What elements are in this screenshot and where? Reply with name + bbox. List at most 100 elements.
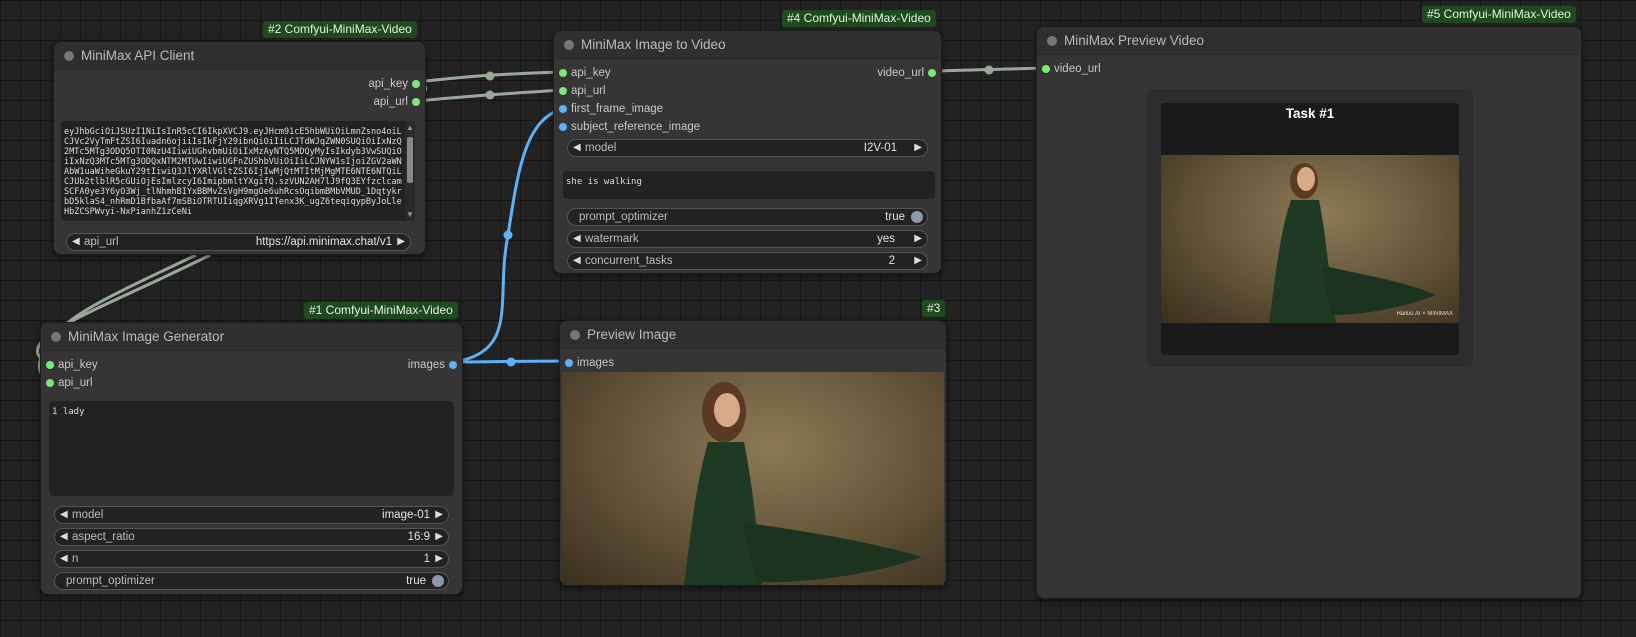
video-player[interactable]: Hailuo AI × MINIMAX xyxy=(1161,155,1459,323)
widget-value: true xyxy=(885,211,905,223)
node-titlebar[interactable]: MiniMax API Client xyxy=(54,42,425,70)
node-title: MiniMax Image Generator xyxy=(68,329,225,344)
prompt-textarea[interactable]: she is walking xyxy=(563,171,935,199)
collapse-dot-icon[interactable] xyxy=(564,40,574,50)
preview-image[interactable] xyxy=(562,372,944,585)
increment-arrow-icon[interactable]: ▶ xyxy=(914,142,922,153)
decrement-arrow-icon[interactable]: ◀ xyxy=(573,142,581,153)
slot-dot-icon[interactable] xyxy=(412,98,420,106)
widget-label: prompt_optimizer xyxy=(66,575,155,587)
n-widget[interactable]: ◀ n 1 ▶ xyxy=(54,550,449,568)
node-titlebar[interactable]: MiniMax Image to Video xyxy=(554,31,941,59)
prompt-textarea[interactable]: 1 lady xyxy=(49,401,454,496)
input-slot-first-frame-image[interactable]: first_frame_image xyxy=(559,102,663,116)
preview-image-node[interactable]: Preview Image images xyxy=(559,320,947,586)
increment-arrow-icon[interactable]: ▶ xyxy=(435,531,443,542)
slot-dot-icon[interactable] xyxy=(565,359,573,367)
node-titlebar[interactable]: Preview Image xyxy=(560,321,946,349)
widget-label: aspect_ratio xyxy=(72,531,135,543)
video-container: Task #1 Hailuo AI × MINIMAX xyxy=(1147,89,1473,367)
decrement-arrow-icon[interactable]: ◀ xyxy=(573,233,581,244)
slot-label: api_url xyxy=(571,85,606,97)
node-id-badge: #3 xyxy=(922,300,946,317)
input-slot-images[interactable]: images xyxy=(565,356,614,370)
api-client-node[interactable]: MiniMax API Client api_key api_url eyJhb… xyxy=(53,41,426,255)
input-slot-api-key[interactable]: api_key xyxy=(559,66,611,80)
output-slot-api-url[interactable]: api_url xyxy=(373,95,420,109)
video-card[interactable]: Task #1 Hailuo AI × MINIMAX xyxy=(1161,103,1459,355)
slot-label: api_key xyxy=(571,67,611,79)
prompt-optimizer-toggle[interactable]: prompt_optimizer true xyxy=(54,572,449,590)
node-titlebar[interactable]: MiniMax Image Generator xyxy=(41,323,462,351)
node-titlebar[interactable]: MiniMax Preview Video xyxy=(1037,27,1581,55)
link-images-to-preview xyxy=(454,359,569,364)
widget-value: 16:9 xyxy=(407,531,430,543)
input-slot-api-url[interactable]: api_url xyxy=(559,84,606,98)
toggle-knob-icon[interactable] xyxy=(911,211,923,223)
link-video-url-to-preview xyxy=(934,66,1045,73)
node-title: Preview Image xyxy=(587,327,677,342)
widget-label: model xyxy=(72,509,104,521)
decrement-arrow-icon[interactable]: ◀ xyxy=(60,531,68,542)
collapse-dot-icon[interactable] xyxy=(51,332,61,342)
node-id-badge: #4 Comfyui-MiniMax-Video xyxy=(782,10,936,27)
widget-value: true xyxy=(406,575,426,587)
node-id-badge: #1 Comfyui-MiniMax-Video xyxy=(304,302,458,319)
watermark-widget[interactable]: ◀ watermark yes ▶ xyxy=(567,230,928,248)
widget-value: 1 xyxy=(423,553,430,565)
concurrent-tasks-widget[interactable]: ◀ concurrent_tasks 2 ▶ xyxy=(567,252,928,270)
textarea-scrollbar[interactable]: ▲ ▼ xyxy=(405,121,415,221)
widget-label: model xyxy=(585,142,617,154)
api-key-textarea[interactable]: eyJhbGciOiJSUzI1NiIsInR5cCI6IkpXVCJ9.eyJ… xyxy=(61,121,409,221)
increment-arrow-icon[interactable]: ▶ xyxy=(397,236,405,247)
scroll-thumb[interactable] xyxy=(407,137,413,183)
input-slot-api-url[interactable]: api_url xyxy=(46,376,93,390)
output-slot-video-url[interactable]: video_url xyxy=(877,66,936,80)
image-generator-node[interactable]: MiniMax Image Generator api_key api_url … xyxy=(40,322,463,595)
slot-dot-icon[interactable] xyxy=(559,87,567,95)
slot-dot-icon[interactable] xyxy=(928,69,936,77)
input-slot-subject-reference-image[interactable]: subject_reference_image xyxy=(559,120,700,134)
toggle-knob-icon[interactable] xyxy=(432,575,444,587)
slot-label: video_url xyxy=(877,67,924,79)
output-slot-images[interactable]: images xyxy=(408,358,457,372)
increment-arrow-icon[interactable]: ▶ xyxy=(435,553,443,564)
collapse-dot-icon[interactable] xyxy=(1047,36,1057,46)
slot-label: video_url xyxy=(1054,63,1101,75)
decrement-arrow-icon[interactable]: ◀ xyxy=(573,255,581,266)
widget-label: watermark xyxy=(585,233,639,245)
widget-label: concurrent_tasks xyxy=(585,255,673,267)
collapse-dot-icon[interactable] xyxy=(570,330,580,340)
slot-dot-icon[interactable] xyxy=(559,69,567,77)
slot-dot-icon[interactable] xyxy=(46,361,54,369)
decrement-arrow-icon[interactable]: ◀ xyxy=(60,553,68,564)
increment-arrow-icon[interactable]: ▶ xyxy=(914,233,922,244)
slot-dot-icon[interactable] xyxy=(559,123,567,131)
woman-in-green-dress-figure xyxy=(1269,163,1436,323)
input-slot-video-url[interactable]: video_url xyxy=(1042,62,1101,76)
model-widget[interactable]: ◀ model image-01 ▶ xyxy=(54,506,449,524)
image-to-video-node[interactable]: MiniMax Image to Video api_key api_url f… xyxy=(553,30,942,274)
slot-dot-icon[interactable] xyxy=(46,379,54,387)
increment-arrow-icon[interactable]: ▶ xyxy=(435,509,443,520)
slot-dot-icon[interactable] xyxy=(449,361,457,369)
aspect-ratio-widget[interactable]: ◀ aspect_ratio 16:9 ▶ xyxy=(54,528,449,546)
prompt-optimizer-toggle[interactable]: prompt_optimizer true xyxy=(567,208,928,226)
collapse-dot-icon[interactable] xyxy=(64,51,74,61)
input-slot-api-key[interactable]: api_key xyxy=(46,358,98,372)
link-images-to-first-frame xyxy=(454,107,563,364)
increment-arrow-icon[interactable]: ▶ xyxy=(914,255,922,266)
slot-label: api_url xyxy=(373,96,408,108)
scroll-down-icon[interactable]: ▼ xyxy=(405,210,415,219)
slot-dot-icon[interactable] xyxy=(559,105,567,113)
model-widget[interactable]: ◀ model I2V-01 ▶ xyxy=(567,139,928,157)
decrement-arrow-icon[interactable]: ◀ xyxy=(72,236,80,247)
preview-video-node[interactable]: MiniMax Preview Video video_url Task #1 … xyxy=(1036,26,1582,599)
scroll-up-icon[interactable]: ▲ xyxy=(405,123,415,132)
slot-dot-icon[interactable] xyxy=(412,80,420,88)
decrement-arrow-icon[interactable]: ◀ xyxy=(60,509,68,520)
api-url-widget[interactable]: ◀ api_url https://api.minimax.chat/v1 ▶ xyxy=(66,233,411,251)
slot-dot-icon[interactable] xyxy=(1042,65,1050,73)
node-title: MiniMax Image to Video xyxy=(581,37,726,52)
output-slot-api-key[interactable]: api_key xyxy=(368,77,420,91)
